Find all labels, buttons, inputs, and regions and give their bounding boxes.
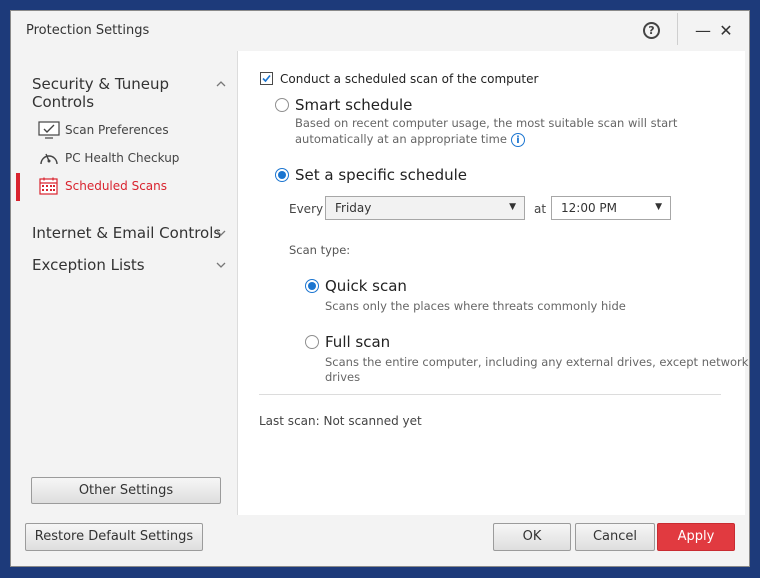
cancel-button[interactable]: Cancel: [575, 523, 655, 551]
smart-schedule-radio[interactable]: [275, 98, 289, 112]
smart-schedule-label: Smart schedule: [295, 96, 413, 114]
title-bar-divider: [677, 13, 678, 45]
quick-scan-desc: Scans only the places where threats comm…: [325, 299, 626, 313]
footer-bar: Restore Default Settings OK Cancel Apply: [11, 515, 749, 566]
window-title: Protection Settings: [26, 23, 150, 38]
sidebar-section-label: Security & Tuneup Controls: [32, 75, 169, 111]
help-icon[interactable]: ?: [643, 22, 660, 39]
smart-schedule-desc-line2: automatically at an appropriate time: [295, 132, 507, 146]
scan-type-label: Scan type:: [289, 243, 351, 257]
sidebar-item-label: PC Health Checkup: [65, 151, 180, 165]
conduct-scan-checkbox[interactable]: [260, 72, 273, 85]
sidebar-section-security[interactable]: Security & Tuneup Controls: [32, 75, 202, 111]
specific-schedule-radio[interactable]: [275, 168, 289, 182]
sidebar-item-label: Scheduled Scans: [65, 179, 167, 193]
sidebar: Security & Tuneup Controls Scan Preferen…: [11, 51, 236, 515]
quick-scan-label: Quick scan: [325, 277, 407, 295]
apply-button[interactable]: Apply: [657, 523, 735, 551]
checkmark-icon: [262, 74, 271, 83]
specific-schedule-label: Set a specific schedule: [295, 166, 468, 184]
info-icon[interactable]: i: [510, 132, 525, 147]
caret-down-icon: ▼: [655, 202, 662, 212]
full-scan-desc-line1: Scans the entire computer, including any…: [325, 355, 749, 369]
caret-down-icon: ▼: [509, 202, 516, 212]
sidebar-section-exception-lists[interactable]: Exception Lists: [32, 256, 145, 274]
scheduled-scans-panel: Conduct a scheduled scan of the computer…: [237, 51, 749, 515]
day-select[interactable]: Friday ▼: [325, 196, 525, 220]
sidebar-section-label: Internet & Email Controls: [32, 224, 222, 242]
full-scan-desc-line2: drives: [325, 370, 361, 384]
sidebar-section-label: Exception Lists: [32, 256, 145, 274]
monitor-check-icon: [38, 121, 60, 139]
sidebar-section-internet-email[interactable]: Internet & Email Controls: [32, 224, 221, 242]
full-scan-radio[interactable]: [305, 335, 319, 349]
active-item-indicator: [16, 173, 20, 201]
conduct-scan-label: Conduct a scheduled scan of the computer: [280, 72, 539, 86]
last-scan-status: Last scan: Not scanned yet: [259, 414, 422, 428]
full-scan-label: Full scan: [325, 333, 391, 351]
ok-button[interactable]: OK: [493, 523, 571, 551]
time-select[interactable]: 12:00 PM ▼: [551, 196, 671, 220]
minimize-icon[interactable]: —: [693, 21, 713, 41]
chevron-up-icon[interactable]: [216, 77, 226, 90]
chevron-down-icon[interactable]: [216, 227, 226, 240]
close-icon[interactable]: ✕: [716, 21, 736, 41]
quick-scan-radio[interactable]: [305, 279, 319, 293]
chevron-down-icon[interactable]: [216, 259, 226, 272]
smart-schedule-desc-line2-wrap: automatically at an appropriate time i: [295, 132, 525, 147]
gauge-icon: [38, 149, 60, 167]
sidebar-item-label: Scan Preferences: [65, 123, 169, 137]
divider: [259, 394, 721, 395]
every-label: Every: [289, 202, 324, 216]
protection-settings-window: Protection Settings ? — ✕ Security & Tun…: [10, 10, 750, 567]
restore-default-settings-button[interactable]: Restore Default Settings: [25, 523, 203, 551]
other-settings-button[interactable]: Other Settings: [31, 477, 221, 504]
at-label: at: [534, 202, 547, 216]
title-bar: Protection Settings ? — ✕: [11, 11, 749, 51]
calendar-icon: [38, 177, 60, 195]
time-select-value: 12:00 PM: [561, 201, 617, 215]
smart-schedule-desc-line1: Based on recent computer usage, the most…: [295, 116, 678, 130]
day-select-value: Friday: [335, 201, 372, 215]
